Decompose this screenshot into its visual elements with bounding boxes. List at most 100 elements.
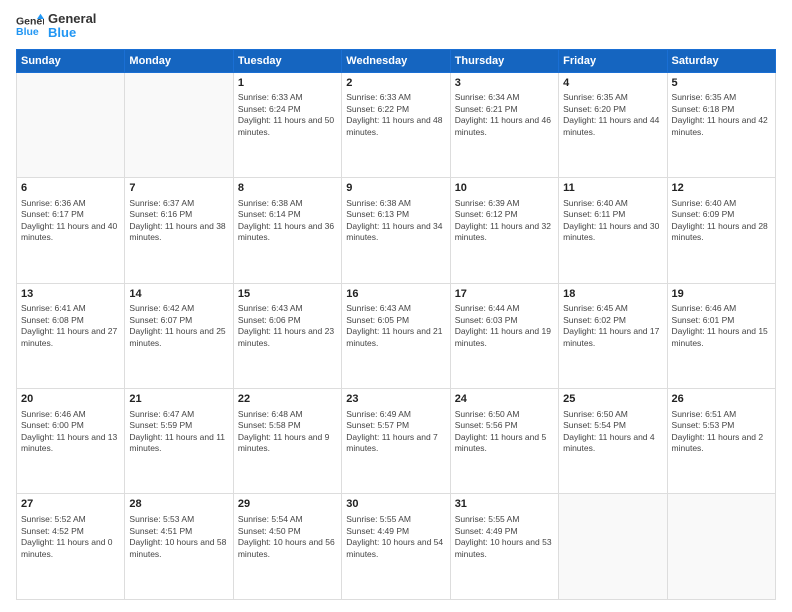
day-number: 24	[455, 392, 554, 407]
calendar-header-monday: Monday	[125, 49, 233, 72]
day-info: Sunrise: 5:54 AM Sunset: 4:50 PM Dayligh…	[238, 514, 337, 560]
day-number: 2	[346, 76, 445, 91]
day-number: 25	[563, 392, 662, 407]
calendar-cell	[559, 494, 667, 600]
calendar-cell: 27 Sunrise: 5:52 AM Sunset: 4:52 PM Dayli…	[17, 494, 125, 600]
day-number: 5	[672, 76, 771, 91]
day-info: Sunrise: 6:43 AM Sunset: 6:06 PM Dayligh…	[238, 303, 337, 349]
calendar-cell: 26 Sunrise: 6:51 AM Sunset: 5:53 PM Dayli…	[667, 389, 775, 494]
day-info: Sunrise: 6:48 AM Sunset: 5:58 PM Dayligh…	[238, 409, 337, 455]
calendar-cell: 21 Sunrise: 6:47 AM Sunset: 5:59 PM Dayli…	[125, 389, 233, 494]
calendar-cell: 11Sunrise: 6:40 AM Sunset: 6:11 PM Dayli…	[559, 178, 667, 283]
calendar-cell: 28Sunrise: 5:53 AM Sunset: 4:51 PM Dayli…	[125, 494, 233, 600]
calendar-cell	[667, 494, 775, 600]
day-info: Sunrise: 6:39 AM Sunset: 6:12 PM Dayligh…	[455, 198, 554, 244]
day-number: 19	[672, 287, 771, 302]
day-info: Sunrise: 6:40 AM Sunset: 6:09 PM Dayligh…	[672, 198, 771, 244]
calendar-cell: 8 Sunrise: 6:38 AM Sunset: 6:14 PM Daylig…	[233, 178, 341, 283]
day-info: Sunrise: 6:33 AM Sunset: 6:22 PM Dayligh…	[346, 92, 445, 138]
calendar-cell: 22 Sunrise: 6:48 AM Sunset: 5:58 PM Dayli…	[233, 389, 341, 494]
day-number: 20	[21, 392, 120, 407]
day-number: 29	[238, 497, 337, 512]
day-number: 8	[238, 181, 337, 196]
day-info: Sunrise: 5:55 AM Sunset: 4:49 PM Dayligh…	[346, 514, 445, 560]
day-number: 22	[238, 392, 337, 407]
day-number: 9	[346, 181, 445, 196]
day-number: 21	[129, 392, 228, 407]
calendar-cell: 3Sunrise: 6:34 AM Sunset: 6:21 PM Daylig…	[450, 72, 558, 177]
calendar-cell: 29 Sunrise: 5:54 AM Sunset: 4:50 PM Dayli…	[233, 494, 341, 600]
calendar-header-sunday: Sunday	[17, 49, 125, 72]
calendar-cell: 6 Sunrise: 6:36 AM Sunset: 6:17 PM Daylig…	[17, 178, 125, 283]
day-info: Sunrise: 5:55 AM Sunset: 4:49 PM Dayligh…	[455, 514, 554, 560]
calendar-cell: 13Sunrise: 6:41 AM Sunset: 6:08 PM Dayli…	[17, 283, 125, 388]
calendar-cell: 20 Sunrise: 6:46 AM Sunset: 6:00 PM Dayli…	[17, 389, 125, 494]
calendar-week-1: 1Sunrise: 6:33 AM Sunset: 6:24 PM Daylig…	[17, 72, 776, 177]
day-info: Sunrise: 6:49 AM Sunset: 5:57 PM Dayligh…	[346, 409, 445, 455]
day-info: Sunrise: 5:53 AM Sunset: 4:51 PM Dayligh…	[129, 514, 228, 560]
page: General Blue General Blue SundayMondayTu…	[0, 0, 792, 612]
logo-icon: General Blue	[16, 12, 44, 40]
calendar-week-4: 20 Sunrise: 6:46 AM Sunset: 6:00 PM Dayli…	[17, 389, 776, 494]
day-info: Sunrise: 6:41 AM Sunset: 6:08 PM Dayligh…	[21, 303, 120, 349]
day-number: 10	[455, 181, 554, 196]
day-info: Sunrise: 6:47 AM Sunset: 5:59 PM Dayligh…	[129, 409, 228, 455]
calendar-cell: 14Sunrise: 6:42 AM Sunset: 6:07 PM Dayli…	[125, 283, 233, 388]
calendar-cell: 17Sunrise: 6:44 AM Sunset: 6:03 PM Dayli…	[450, 283, 558, 388]
calendar-week-5: 27 Sunrise: 5:52 AM Sunset: 4:52 PM Dayli…	[17, 494, 776, 600]
day-number: 16	[346, 287, 445, 302]
day-info: Sunrise: 6:35 AM Sunset: 6:20 PM Dayligh…	[563, 92, 662, 138]
day-info: Sunrise: 6:46 AM Sunset: 6:00 PM Dayligh…	[21, 409, 120, 455]
calendar-cell: 2Sunrise: 6:33 AM Sunset: 6:22 PM Daylig…	[342, 72, 450, 177]
calendar-cell: 4Sunrise: 6:35 AM Sunset: 6:20 PM Daylig…	[559, 72, 667, 177]
calendar-cell: 24 Sunrise: 6:50 AM Sunset: 5:56 PM Dayli…	[450, 389, 558, 494]
day-number: 12	[672, 181, 771, 196]
day-info: Sunrise: 6:34 AM Sunset: 6:21 PM Dayligh…	[455, 92, 554, 138]
day-number: 1	[238, 76, 337, 91]
calendar-cell: 7 Sunrise: 6:37 AM Sunset: 6:16 PM Daylig…	[125, 178, 233, 283]
day-info: Sunrise: 6:42 AM Sunset: 6:07 PM Dayligh…	[129, 303, 228, 349]
calendar-header-friday: Friday	[559, 49, 667, 72]
logo: General Blue General Blue	[16, 12, 96, 41]
day-number: 3	[455, 76, 554, 91]
header: General Blue General Blue	[16, 12, 776, 41]
calendar-cell: 30Sunrise: 5:55 AM Sunset: 4:49 PM Dayli…	[342, 494, 450, 600]
day-number: 18	[563, 287, 662, 302]
day-number: 4	[563, 76, 662, 91]
day-info: Sunrise: 6:46 AM Sunset: 6:01 PM Dayligh…	[672, 303, 771, 349]
calendar-header-tuesday: Tuesday	[233, 49, 341, 72]
calendar-week-2: 6 Sunrise: 6:36 AM Sunset: 6:17 PM Daylig…	[17, 178, 776, 283]
day-info: Sunrise: 6:37 AM Sunset: 6:16 PM Dayligh…	[129, 198, 228, 244]
day-info: Sunrise: 6:51 AM Sunset: 5:53 PM Dayligh…	[672, 409, 771, 455]
day-number: 26	[672, 392, 771, 407]
calendar-header-thursday: Thursday	[450, 49, 558, 72]
calendar-cell	[125, 72, 233, 177]
calendar-header-saturday: Saturday	[667, 49, 775, 72]
day-info: Sunrise: 6:50 AM Sunset: 5:56 PM Dayligh…	[455, 409, 554, 455]
day-info: Sunrise: 6:35 AM Sunset: 6:18 PM Dayligh…	[672, 92, 771, 138]
calendar-cell: 1Sunrise: 6:33 AM Sunset: 6:24 PM Daylig…	[233, 72, 341, 177]
day-number: 27	[21, 497, 120, 512]
day-info: Sunrise: 6:38 AM Sunset: 6:14 PM Dayligh…	[238, 198, 337, 244]
logo-text: General Blue	[48, 12, 96, 41]
day-number: 17	[455, 287, 554, 302]
calendar-cell	[17, 72, 125, 177]
day-info: Sunrise: 5:52 AM Sunset: 4:52 PM Dayligh…	[21, 514, 120, 560]
day-number: 6	[21, 181, 120, 196]
day-number: 14	[129, 287, 228, 302]
day-info: Sunrise: 6:33 AM Sunset: 6:24 PM Dayligh…	[238, 92, 337, 138]
calendar-cell: 23Sunrise: 6:49 AM Sunset: 5:57 PM Dayli…	[342, 389, 450, 494]
calendar-cell: 25Sunrise: 6:50 AM Sunset: 5:54 PM Dayli…	[559, 389, 667, 494]
calendar-cell: 9 Sunrise: 6:38 AM Sunset: 6:13 PM Daylig…	[342, 178, 450, 283]
day-number: 15	[238, 287, 337, 302]
calendar-week-3: 13Sunrise: 6:41 AM Sunset: 6:08 PM Dayli…	[17, 283, 776, 388]
day-number: 7	[129, 181, 228, 196]
day-info: Sunrise: 6:45 AM Sunset: 6:02 PM Dayligh…	[563, 303, 662, 349]
day-info: Sunrise: 6:43 AM Sunset: 6:05 PM Dayligh…	[346, 303, 445, 349]
calendar-header-wednesday: Wednesday	[342, 49, 450, 72]
calendar-cell: 5Sunrise: 6:35 AM Sunset: 6:18 PM Daylig…	[667, 72, 775, 177]
svg-text:Blue: Blue	[16, 26, 39, 38]
day-info: Sunrise: 6:36 AM Sunset: 6:17 PM Dayligh…	[21, 198, 120, 244]
day-info: Sunrise: 6:38 AM Sunset: 6:13 PM Dayligh…	[346, 198, 445, 244]
day-info: Sunrise: 6:44 AM Sunset: 6:03 PM Dayligh…	[455, 303, 554, 349]
